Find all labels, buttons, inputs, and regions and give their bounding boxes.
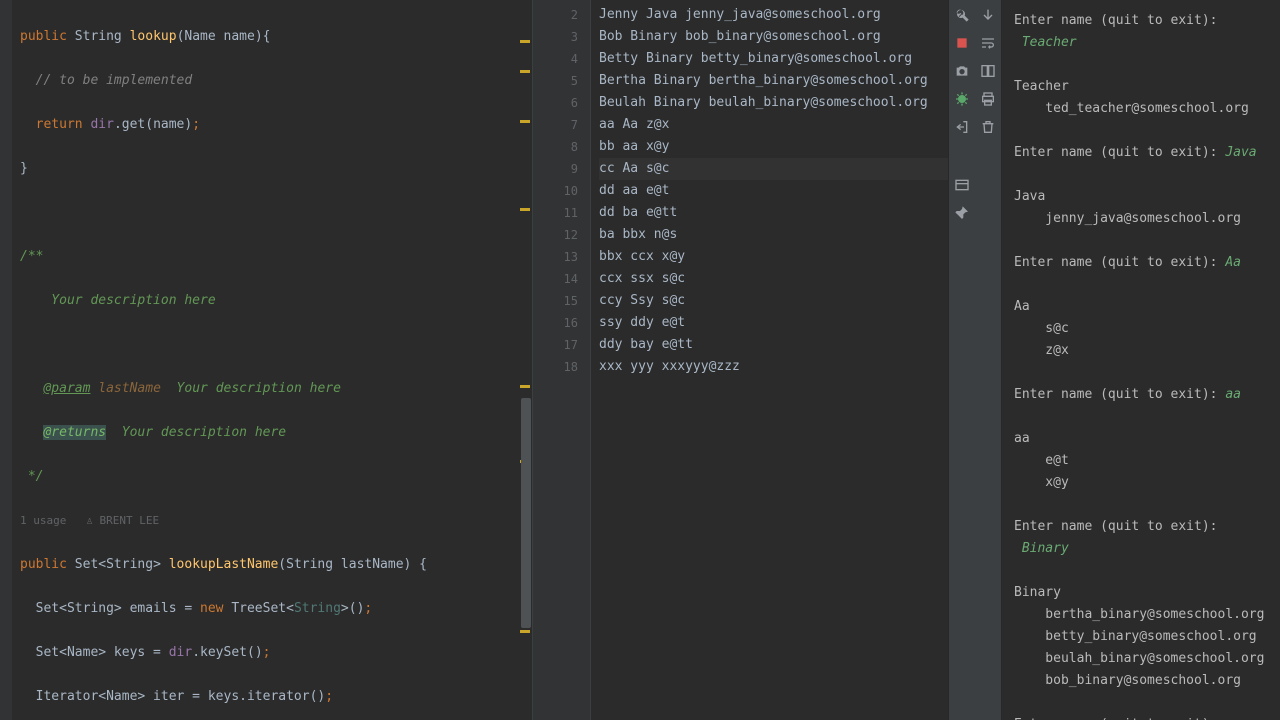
console-line: Aa (1014, 296, 1272, 318)
line-number: 8 (533, 136, 578, 158)
console-line (1014, 274, 1272, 296)
data-line[interactable]: Betty Binary betty_binary@someschool.org (599, 48, 948, 70)
arrow-down-icon[interactable] (979, 6, 997, 24)
run-console-output[interactable]: Enter name (quit to exit): Teacher Teache… (1002, 0, 1280, 720)
line-number: 7 (533, 114, 578, 136)
data-line[interactable]: ba bbx n@s (599, 224, 948, 246)
data-line[interactable]: ddy bay e@tt (599, 334, 948, 356)
line-number: 14 (533, 268, 578, 290)
run-toolstrip (948, 0, 1002, 720)
line-number: 2 (533, 4, 578, 26)
line-number: 12 (533, 224, 578, 246)
console-line: Teacher (1014, 76, 1272, 98)
editor-scrollbar[interactable] (521, 398, 531, 628)
console-line: Enter name (quit to exit): Java (1014, 142, 1272, 164)
data-line[interactable]: Jenny Java jenny_java@someschool.org (599, 4, 948, 26)
console-line: beulah_binary@someschool.org (1014, 648, 1272, 670)
console-line: betty_binary@someschool.org (1014, 626, 1272, 648)
data-line[interactable]: bbx ccx x@y (599, 246, 948, 268)
line-number: 3 (533, 26, 578, 48)
print-icon[interactable] (979, 90, 997, 108)
line-number: 5 (533, 70, 578, 92)
console-line (1014, 560, 1272, 582)
console-line: Binary (1014, 538, 1272, 560)
data-line[interactable]: ccx ssx s@c (599, 268, 948, 290)
stop-icon[interactable] (953, 34, 971, 52)
console-line (1014, 406, 1272, 428)
code-editor-pane[interactable]: public String lookup(Name name){ // to b… (0, 0, 532, 720)
console-line (1014, 164, 1272, 186)
console-line: Teacher (1014, 32, 1272, 54)
diff-icon[interactable] (979, 62, 997, 80)
data-line[interactable]: Bob Binary bob_binary@someschool.org (599, 26, 948, 48)
data-line[interactable]: aa Aa z@x (599, 114, 948, 136)
console-line (1014, 362, 1272, 384)
console-line: Enter name (quit to exit): aa (1014, 384, 1272, 406)
line-number: 18 (533, 356, 578, 378)
camera-icon[interactable] (953, 62, 971, 80)
line-number: 16 (533, 312, 578, 334)
line-number: 6 (533, 92, 578, 114)
line-number: 17 (533, 334, 578, 356)
data-line[interactable]: dd aa e@t (599, 180, 948, 202)
line-number: 4 (533, 48, 578, 70)
console-line: Enter name (quit to exit): (1014, 714, 1272, 720)
console-line (1014, 120, 1272, 142)
data-line[interactable]: bb aa x@y (599, 136, 948, 158)
pin-icon[interactable] (953, 204, 971, 222)
data-line[interactable]: dd ba e@tt (599, 202, 948, 224)
bug-rerun-icon[interactable] (953, 90, 971, 108)
console-line: e@t (1014, 450, 1272, 472)
data-file-pane[interactable]: 23456789101112131415161718 Jenny Java je… (532, 0, 948, 720)
console-line: Binary (1014, 582, 1272, 604)
data-line[interactable]: ssy ddy e@t (599, 312, 948, 334)
editor-fold-gutter (0, 0, 12, 720)
console-line: jenny_java@someschool.org (1014, 208, 1272, 230)
console-line: Enter name (quit to exit): (1014, 516, 1272, 538)
console-line (1014, 230, 1272, 252)
line-number: 11 (533, 202, 578, 224)
kw-public: public (20, 29, 67, 44)
exit-icon[interactable] (953, 118, 971, 136)
wrap-icon[interactable] (979, 34, 997, 52)
console-line: aa (1014, 428, 1272, 450)
wrench-icon[interactable] (953, 6, 971, 24)
editor-content[interactable]: public String lookup(Name name){ // to b… (0, 0, 532, 720)
console-line: z@x (1014, 340, 1272, 362)
line-number: 15 (533, 290, 578, 312)
console-line: s@c (1014, 318, 1272, 340)
console-line (1014, 494, 1272, 516)
console-line: Java (1014, 186, 1272, 208)
usages-hint[interactable]: 1 usage ♙ BRENT LEE (20, 514, 159, 527)
line-number: 13 (533, 246, 578, 268)
data-line-gutter: 23456789101112131415161718 (533, 0, 591, 720)
data-line[interactable]: Beulah Binary beulah_binary@someschool.o… (599, 92, 948, 114)
data-line[interactable]: Bertha Binary bertha_binary@someschool.o… (599, 70, 948, 92)
data-content[interactable]: Jenny Java jenny_java@someschool.orgBob … (591, 0, 948, 720)
console-line: x@y (1014, 472, 1272, 494)
console-line (1014, 54, 1272, 76)
console-line: Enter name (quit to exit): (1014, 10, 1272, 32)
data-line[interactable]: xxx yyy xxxyyy@zzz (599, 356, 948, 378)
line-number: 10 (533, 180, 578, 202)
console-line: bertha_binary@someschool.org (1014, 604, 1272, 626)
console-line: ted_teacher@someschool.org (1014, 98, 1272, 120)
data-line[interactable]: cc Aa s@c (599, 158, 948, 180)
trash-icon[interactable] (979, 118, 997, 136)
data-line[interactable]: ccy Ssy s@c (599, 290, 948, 312)
console-line: bob_binary@someschool.org (1014, 670, 1272, 692)
line-number: 9 (533, 158, 578, 180)
layout-icon[interactable] (953, 176, 971, 194)
console-line (1014, 692, 1272, 714)
console-line: Enter name (quit to exit): Aa (1014, 252, 1272, 274)
